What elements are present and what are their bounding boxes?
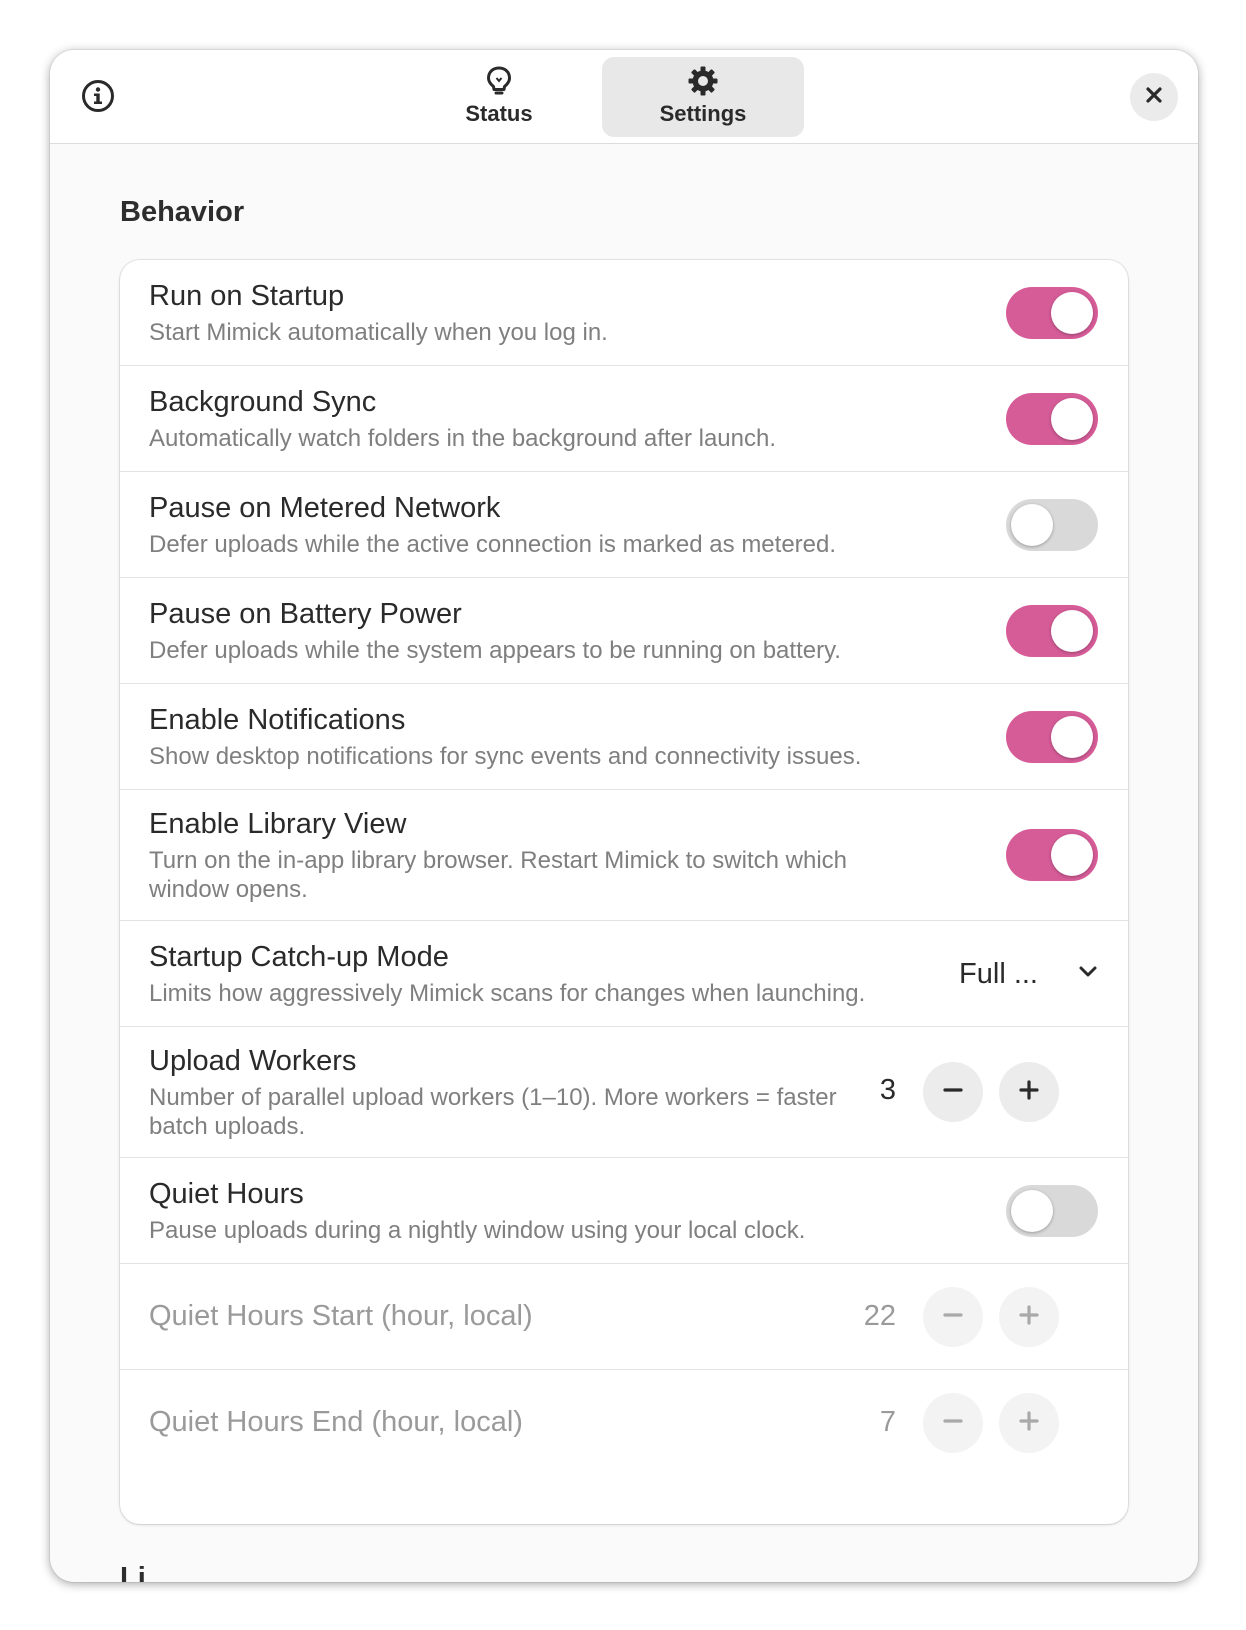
minus-icon [942, 1304, 964, 1331]
setting-row-catchup-mode: Startup Catch-up Mode Limits how aggress… [120, 921, 1128, 1027]
row-title: Background Sync [149, 386, 377, 418]
background-sync-toggle[interactable] [1006, 393, 1098, 445]
row-title: Startup Catch-up Mode [149, 941, 449, 973]
row-subtitle: Defer uploads while the system appears t… [149, 637, 841, 664]
row-title: Pause on Battery Power [149, 598, 462, 630]
toggle-knob [1011, 504, 1053, 546]
gear-icon [687, 65, 719, 97]
toggle-knob [1051, 716, 1093, 758]
settings-window: Status Settings Behavior Run on Startup … [50, 50, 1198, 1582]
setting-row-background-sync: Background Sync Automatically watch fold… [120, 366, 1128, 472]
setting-row-library-view: Enable Library View Turn on the in-app l… [120, 790, 1128, 921]
pause-battery-toggle[interactable] [1006, 605, 1098, 657]
row-subtitle: Defer uploads while the active connectio… [149, 531, 837, 558]
setting-row-upload-workers: Upload Workers Number of parallel upload… [120, 1027, 1128, 1158]
quiet-hours-toggle[interactable] [1006, 1185, 1098, 1237]
info-icon [81, 79, 115, 118]
row-subtitle: Pause uploads during a nightly window us… [149, 1217, 806, 1244]
row-subtitle: Limits how aggressively Mimick scans for… [149, 980, 866, 1007]
row-title: Run on Startup [149, 280, 345, 312]
chevron-down-icon [1078, 965, 1098, 984]
behavior-settings-card: Run on Startup Start Mimick automaticall… [120, 260, 1128, 1524]
section-title-behavior: Behavior [120, 196, 245, 228]
setting-row-run-on-startup: Run on Startup Start Mimick automaticall… [120, 260, 1128, 366]
lightbulb-icon [483, 65, 515, 97]
minus-icon [942, 1079, 964, 1106]
close-button[interactable] [1130, 73, 1178, 121]
toggle-knob [1051, 292, 1093, 334]
setting-row-quiet-start: Quiet Hours Start (hour, local) 22 [120, 1264, 1128, 1370]
row-subtitle: Start Mimick automatically when you log … [149, 319, 608, 346]
close-icon [1144, 85, 1164, 110]
setting-row-pause-battery: Pause on Battery Power Defer uploads whi… [120, 578, 1128, 684]
setting-row-notifications: Enable Notifications Show desktop notifi… [120, 684, 1128, 790]
increment-button[interactable] [999, 1393, 1059, 1453]
row-subtitle: Automatically watch folders in the backg… [149, 425, 777, 452]
row-subtitle: Number of parallel upload workers (1–10)… [149, 1084, 837, 1140]
run-on-startup-toggle[interactable] [1006, 287, 1098, 339]
decrement-button[interactable] [923, 1062, 983, 1122]
row-title: Quiet Hours End (hour, local) [149, 1406, 523, 1438]
stepper-value: 22 [863, 1300, 896, 1332]
section-title-next: Li [120, 1562, 146, 1582]
row-title: Quiet Hours Start (hour, local) [149, 1300, 533, 1332]
increment-button[interactable] [999, 1287, 1059, 1347]
info-button[interactable] [80, 79, 116, 118]
plus-icon [1018, 1079, 1040, 1106]
toggle-knob [1011, 1190, 1053, 1232]
tab-settings[interactable]: Settings [602, 57, 804, 137]
plus-icon [1018, 1410, 1040, 1437]
setting-row-quiet-end: Quiet Hours End (hour, local) 7 [120, 1370, 1128, 1476]
row-title: Enable Library View [149, 808, 407, 840]
row-subtitle: Turn on the in-app library browser. Rest… [149, 847, 848, 903]
toggle-knob [1051, 834, 1093, 876]
catchup-mode-dropdown[interactable]: Full ... [959, 954, 1098, 994]
row-title: Enable Notifications [149, 704, 406, 736]
setting-row-quiet-hours: Quiet Hours Pause uploads during a night… [120, 1158, 1128, 1264]
dropdown-value: Full ... [959, 957, 1038, 990]
row-title: Upload Workers [149, 1045, 357, 1077]
pause-metered-toggle[interactable] [1006, 499, 1098, 551]
notifications-toggle[interactable] [1006, 711, 1098, 763]
tab-status[interactable]: Status [398, 57, 600, 137]
row-title: Quiet Hours [149, 1178, 304, 1210]
tab-status-label: Status [465, 101, 533, 126]
increment-button[interactable] [999, 1062, 1059, 1122]
stepper-value: 7 [879, 1406, 896, 1438]
decrement-button[interactable] [923, 1393, 983, 1453]
toggle-knob [1051, 398, 1093, 440]
row-subtitle: Show desktop notifications for sync even… [149, 743, 862, 770]
library-view-toggle[interactable] [1006, 829, 1098, 881]
setting-row-pause-metered: Pause on Metered Network Defer uploads w… [120, 472, 1128, 578]
header-bar: Status Settings [50, 50, 1198, 144]
plus-icon [1018, 1304, 1040, 1331]
minus-icon [942, 1410, 964, 1437]
stepper-value: 3 [879, 1074, 896, 1106]
row-title: Pause on Metered Network [149, 492, 501, 524]
decrement-button[interactable] [923, 1287, 983, 1347]
toggle-knob [1051, 610, 1093, 652]
tab-settings-label: Settings [659, 101, 747, 126]
